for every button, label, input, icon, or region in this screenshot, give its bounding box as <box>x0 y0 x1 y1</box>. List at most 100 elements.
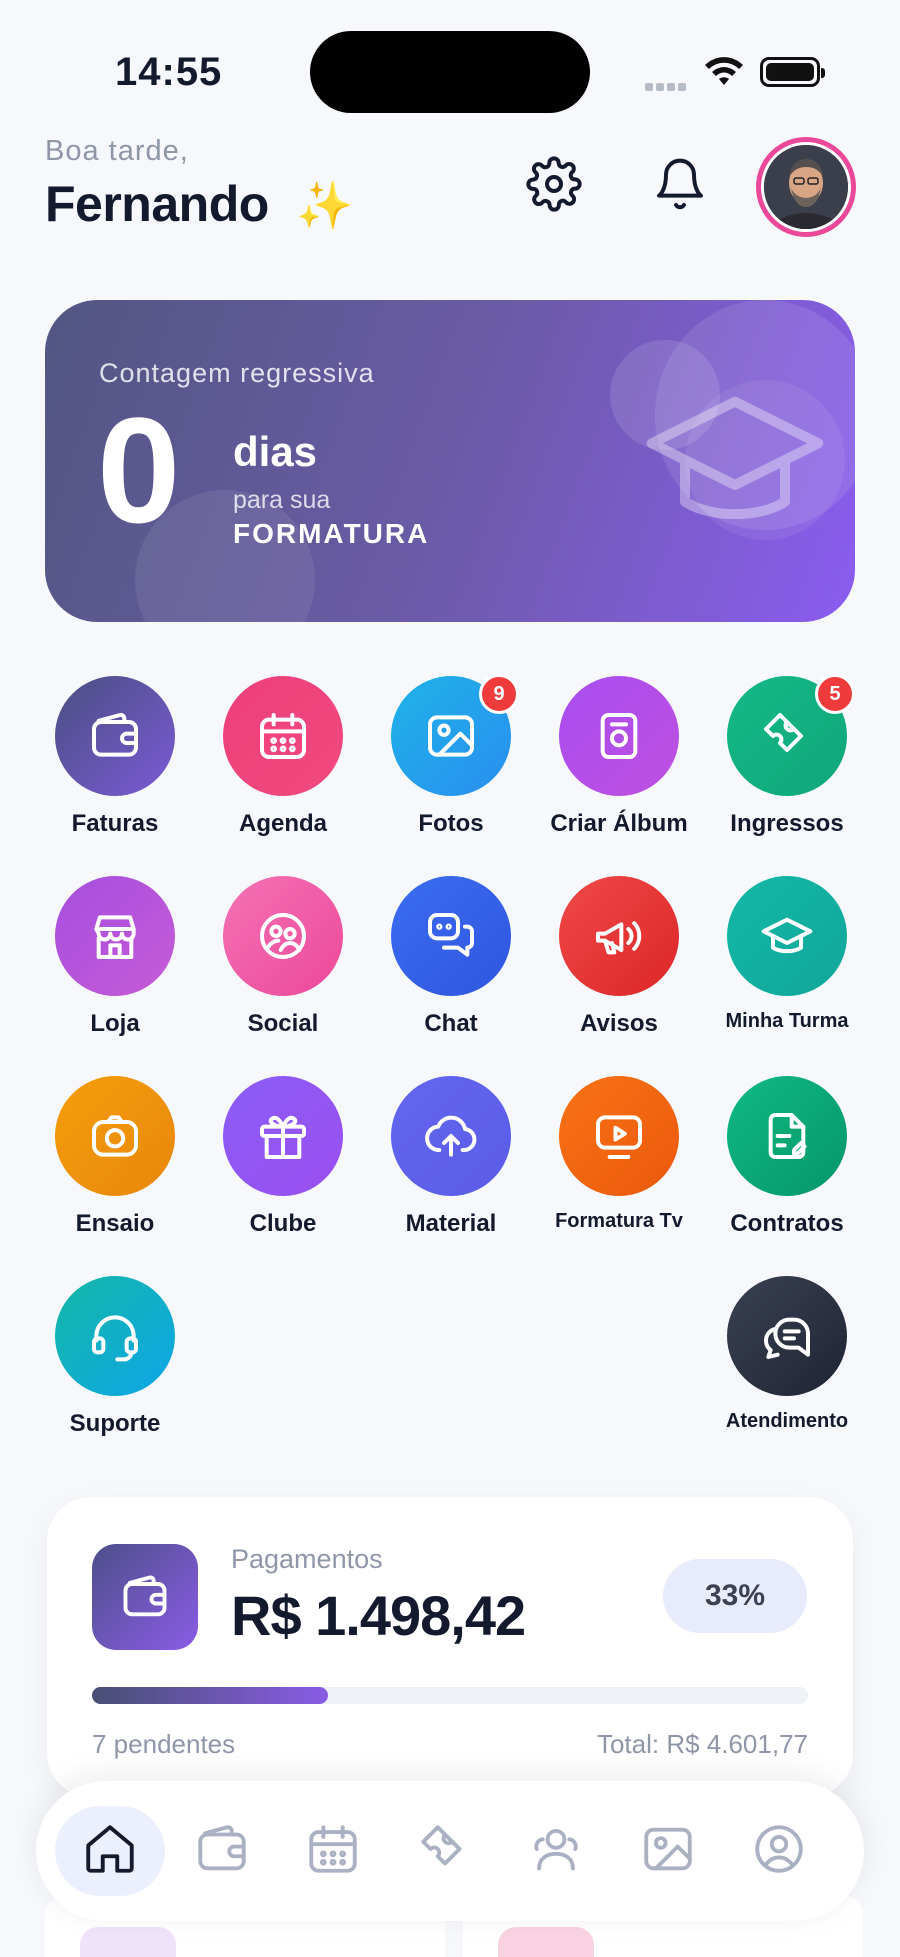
shortcut-label: Minha Turma <box>725 1010 849 1032</box>
nav-wallet[interactable] <box>167 1806 277 1896</box>
countdown-label: Contagem regressiva <box>99 358 375 388</box>
shortcut-criar-álbum[interactable]: Criar Álbum <box>539 676 699 838</box>
shortcut-suporte[interactable]: Suporte <box>35 1276 195 1438</box>
nav-calendar[interactable] <box>278 1806 388 1896</box>
users-icon <box>527 1820 585 1883</box>
status-bar: 14:55 <box>0 0 900 140</box>
shortcut-label: Ingressos <box>730 810 844 837</box>
settings-button[interactable] <box>522 152 586 216</box>
home-icon <box>81 1820 139 1883</box>
nav-home[interactable] <box>55 1806 165 1896</box>
shortcut-chat[interactable]: Chat <box>371 876 531 1038</box>
graduation-cap-icon <box>727 876 847 996</box>
social-icon <box>223 876 343 996</box>
ticket-icon: 5 <box>727 674 855 796</box>
payments-progress-fill <box>92 1687 329 1704</box>
countdown-number: 0 <box>97 386 181 554</box>
shortcut-label: Agenda <box>238 810 327 837</box>
graduation-countdown-card[interactable]: Contagem regressiva 0 dias para sua FORM… <box>45 300 855 622</box>
chat-icon <box>391 876 511 996</box>
headset-icon <box>55 1276 175 1396</box>
notifications-button[interactable] <box>648 152 712 216</box>
countdown-event: FORMATURA <box>233 518 430 549</box>
shortcut-loja[interactable]: Loja <box>35 876 195 1038</box>
shortcut-label: Clube <box>249 1210 317 1237</box>
shortcut-formatura-tv[interactable]: Formatura Tv <box>539 1076 699 1233</box>
shortcut-label: Material <box>405 1210 497 1237</box>
image-icon: 9 <box>391 674 519 796</box>
shortcut-label: Formatura Tv <box>555 1210 683 1232</box>
gift-icon <box>223 1076 343 1196</box>
payments-title: Pagamentos <box>231 1544 383 1574</box>
shortcut-label: Chat <box>424 1010 478 1037</box>
user-name: Fernando <box>45 176 269 232</box>
avatar-photo <box>764 145 848 229</box>
graduation-cap-icon <box>646 396 824 520</box>
shortcut-agenda[interactable]: Agenda <box>203 676 363 838</box>
shortcut-label: Criar Álbum <box>550 810 688 837</box>
dynamic-island <box>310 31 590 113</box>
shortcut-label: Faturas <box>71 810 159 837</box>
nav-tickets[interactable] <box>390 1806 500 1896</box>
tv-icon <box>559 1076 679 1196</box>
calendar-icon <box>304 1820 362 1883</box>
payments-total: Total: R$ 4.601,77 <box>596 1729 808 1759</box>
status-time: 14:55 <box>115 50 223 94</box>
battery-icon <box>760 57 825 87</box>
shortcut-label: Social <box>247 1010 319 1037</box>
bottom-navigation <box>36 1781 864 1921</box>
nav-profile[interactable] <box>724 1806 834 1896</box>
shortcut-label: Avisos <box>580 1010 658 1037</box>
shortcut-ensaio[interactable]: Ensaio <box>35 1076 195 1238</box>
shortcut-label: Ensaio <box>75 1210 155 1237</box>
shortcut-faturas[interactable]: Faturas <box>35 676 195 838</box>
sparkle-icon: ✨ <box>296 179 354 231</box>
shortcut-label: Fotos <box>418 810 484 837</box>
shortcut-material[interactable]: Material <box>371 1076 531 1238</box>
shortcut-ingressos[interactable]: 5 Ingressos <box>707 674 867 838</box>
next-card-right-icon <box>498 1927 594 1957</box>
camera-icon <box>55 1076 175 1196</box>
notification-badge: 9 <box>479 674 519 714</box>
store-icon <box>55 876 175 996</box>
shortcut-label: Atendimento <box>725 1410 849 1432</box>
cloud-upload-icon <box>391 1076 511 1196</box>
profile-icon <box>750 1820 808 1883</box>
image-icon <box>639 1820 697 1883</box>
notification-badge: 5 <box>815 674 855 714</box>
ticket-icon <box>416 1820 474 1883</box>
shortcut-atendimento[interactable]: Atendimento <box>707 1276 867 1433</box>
shortcut-fotos[interactable]: 9 Fotos <box>371 674 531 838</box>
shortcut-label: Contratos <box>730 1210 844 1237</box>
shortcut-minha-turma[interactable]: Minha Turma <box>707 876 867 1033</box>
countdown-subtitle: para sua <box>233 486 331 514</box>
gear-icon <box>526 156 582 212</box>
greeting-text: Boa tarde, <box>45 135 189 167</box>
shortcut-clube[interactable]: Clube <box>203 1076 363 1238</box>
payments-card[interactable]: Pagamentos R$ 1.498,42 33% 7 pendentes T… <box>47 1497 853 1797</box>
shortcut-avisos[interactable]: Avisos <box>539 876 699 1038</box>
wallet-icon <box>92 1544 198 1650</box>
wallet-icon <box>193 1820 251 1883</box>
countdown-unit: dias <box>233 428 318 475</box>
nav-gallery[interactable] <box>613 1806 723 1896</box>
megaphone-icon <box>559 876 679 996</box>
wifi-icon <box>703 55 745 92</box>
payments-progress-bar <box>92 1687 808 1704</box>
bell-icon <box>657 158 703 210</box>
shortcut-label: Loja <box>90 1010 140 1037</box>
cellular-signal-icon <box>645 78 689 91</box>
shortcut-contratos[interactable]: Contratos <box>707 1076 867 1238</box>
nav-community[interactable] <box>501 1806 611 1896</box>
payments-percent-badge: 33% <box>663 1559 807 1633</box>
profile-avatar[interactable] <box>756 137 856 237</box>
album-icon <box>559 676 679 796</box>
calendar-icon <box>223 676 343 796</box>
shortcut-label: Suporte <box>69 1410 161 1437</box>
contract-icon <box>727 1076 847 1196</box>
shortcut-social[interactable]: Social <box>203 876 363 1038</box>
next-card-left-icon <box>80 1927 176 1957</box>
wallet-icon <box>55 676 175 796</box>
payments-pending: 7 pendentes <box>92 1729 236 1759</box>
payments-amount: R$ 1.498,42 <box>231 1584 526 1647</box>
